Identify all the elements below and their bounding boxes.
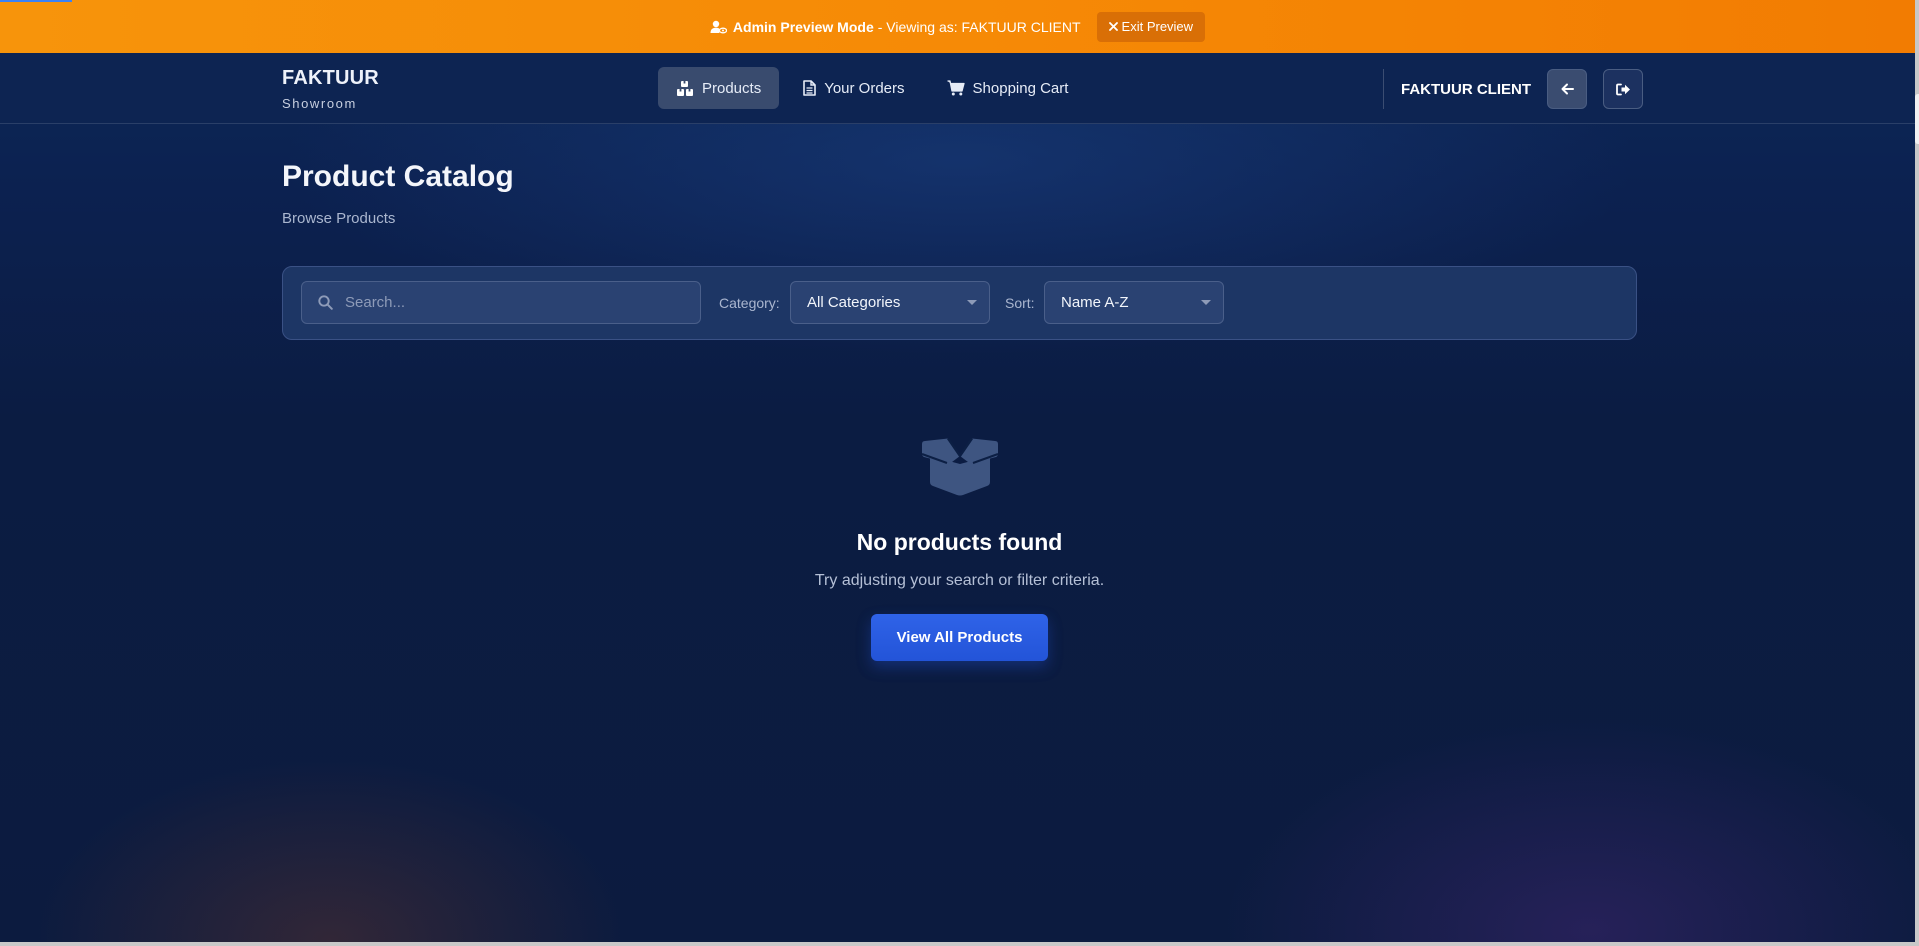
nav-item-label: Shopping Cart [972,79,1069,97]
empty-state-description: Try adjusting your search or filter crit… [814,572,1105,589]
app-viewport: Admin Preview Mode - Viewing as: FAKTUUR… [0,0,1915,942]
top-navigation: FAKTUUR Showroom Products Your Orders Sh… [0,53,1915,124]
exit-preview-button[interactable]: Exit Preview [1096,11,1206,42]
scrollbar-thumb[interactable] [1915,94,1919,144]
sign-out-icon [1615,83,1630,95]
category-select[interactable]: All Categories [790,281,990,324]
search-icon [318,295,333,310]
nav-item-label: Products [702,79,762,97]
view-all-products-button[interactable]: View All Products [871,614,1048,661]
account-area: FAKTUUR CLIENT [1383,69,1643,109]
horizontal-scrollbar[interactable] [0,942,1919,946]
brand-logo[interactable]: FAKTUUR Showroom [282,67,379,111]
nav-divider [1383,69,1384,109]
nav-item-shopping-cart[interactable]: Shopping Cart [929,67,1087,109]
sort-select[interactable]: Name A-Z [1044,281,1224,324]
search-box[interactable] [301,281,701,324]
viewing-as-text: - Viewing as: FAKTUUR CLIENT [877,18,1081,35]
preview-mode-label: Admin Preview Mode [732,18,874,35]
client-name: FAKTUUR CLIENT [1401,80,1531,98]
search-input[interactable] [343,293,687,312]
sort-select-value: Name A-Z [1061,294,1129,311]
boxes-icon [677,80,693,96]
brand-subtitle: Showroom [282,96,357,111]
empty-state-title: No products found [856,529,1063,555]
loading-progress-bar [0,0,72,2]
brand-name: FAKTUUR [282,67,379,89]
exit-preview-label: Exit Preview [1121,19,1194,34]
arrow-left-icon [1561,83,1574,95]
page-subtitle: Browse Products [282,210,396,227]
vertical-scrollbar[interactable] [1915,0,1919,946]
nav-item-your-orders[interactable]: Your Orders [785,67,922,109]
back-button[interactable] [1547,69,1587,109]
open-box-icon [921,437,998,496]
filter-bar: Category: All Categories Sort: Name A-Z [282,266,1637,340]
category-select-value: All Categories [807,294,901,311]
chevron-down-icon [967,300,977,305]
user-preview-icon [710,20,728,34]
document-icon [803,80,817,96]
page-title: Product Catalog [282,160,514,193]
nav-links: Products Your Orders Shopping Cart [658,67,1086,109]
nav-item-label: Your Orders [824,79,905,97]
logout-button[interactable] [1603,69,1643,109]
admin-preview-banner: Admin Preview Mode - Viewing as: FAKTUUR… [0,0,1915,53]
close-icon [1108,22,1118,31]
main-content: Product Catalog Browse Products Category… [282,123,1637,661]
chevron-down-icon [1201,300,1211,305]
cart-icon [947,80,965,96]
nav-item-products[interactable]: Products [658,67,780,109]
empty-state: No products found Try adjusting your sea… [282,437,1637,661]
sort-label: Sort: [1005,295,1035,311]
category-label: Category: [719,295,780,311]
preview-banner-text: Admin Preview Mode - Viewing as: FAKTUUR… [710,19,1081,35]
